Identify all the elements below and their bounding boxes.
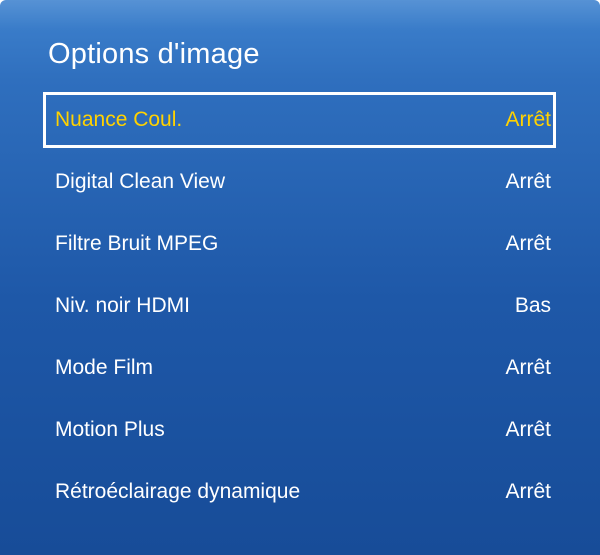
panel-highlight <box>0 0 600 30</box>
menu-item-digital-clean-view[interactable]: Digital Clean View Arrêt <box>43 151 556 213</box>
menu-item-label: Rétroéclairage dynamique <box>55 480 301 503</box>
menu-item-nuance-coul[interactable]: Nuance Coul. Arrêt <box>43 92 556 148</box>
menu-item-retroeclairage-dynamique[interactable]: Rétroéclairage dynamique Arrêt <box>43 461 556 523</box>
menu-item-label: Digital Clean View <box>55 170 226 193</box>
menu-item-niv-noir-hdmi[interactable]: Niv. noir HDMI Bas <box>43 275 556 337</box>
menu-item-value: Arrêt <box>505 170 551 193</box>
menu-item-value: Arrêt <box>505 480 551 503</box>
menu-item-value: Arrêt <box>505 418 551 441</box>
panel-title: Options d'image <box>48 38 260 70</box>
menu-item-filtre-bruit-mpeg[interactable]: Filtre Bruit MPEG Arrêt <box>43 213 556 275</box>
menu-item-label: Filtre Bruit MPEG <box>55 232 219 255</box>
menu-item-mode-film[interactable]: Mode Film Arrêt <box>43 337 556 399</box>
menu-item-value: Bas <box>514 294 551 317</box>
menu-item-label: Mode Film <box>55 356 154 379</box>
picture-options-panel: Options d'image Nuance Coul. Arrêt Digit… <box>0 0 600 555</box>
menu-item-label: Motion Plus <box>55 418 165 441</box>
menu-item-label: Nuance Coul. <box>55 108 183 131</box>
menu-item-motion-plus[interactable]: Motion Plus Arrêt <box>43 399 556 461</box>
options-menu: Nuance Coul. Arrêt Digital Clean View Ar… <box>43 92 556 523</box>
menu-item-value: Arrêt <box>505 108 551 131</box>
menu-item-value: Arrêt <box>505 356 551 379</box>
menu-item-value: Arrêt <box>505 232 551 255</box>
menu-item-label: Niv. noir HDMI <box>55 294 190 317</box>
